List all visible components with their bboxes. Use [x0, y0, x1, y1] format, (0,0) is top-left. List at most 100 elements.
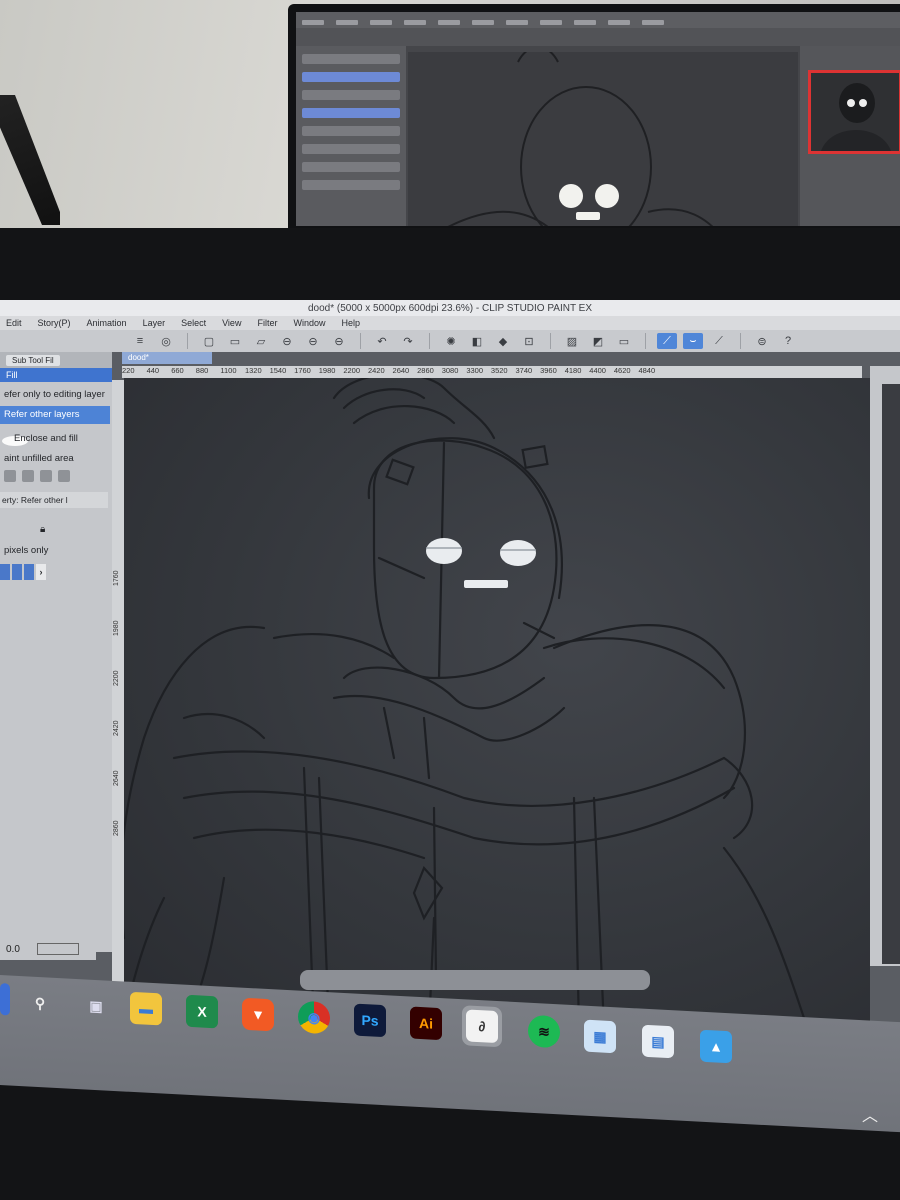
chevron-up-icon[interactable]: ︿ — [862, 1102, 878, 1126]
ruler-tick: 4840 — [638, 366, 656, 375]
panel-tab-bar: Sub Tool Fil — [0, 352, 112, 368]
window-titlebar: dood* (5000 x 5000px 600dpi 23.6%) - CLI… — [0, 300, 900, 316]
photoshop-icon[interactable]: Ps — [354, 1003, 386, 1038]
panel-icon-row — [4, 470, 76, 482]
pixels-only-option[interactable]: pixels only — [0, 542, 110, 560]
ruler-tick: 1540 — [269, 366, 287, 375]
task-view-icon[interactable]: ▣ — [80, 989, 112, 1023]
menu-layer[interactable]: Layer — [143, 318, 166, 328]
illustrator-icon[interactable]: Ai — [410, 1006, 442, 1041]
ruler-tick: 220 — [122, 366, 135, 375]
layer-panel-edge — [882, 384, 900, 964]
ruler-tick: 1100 — [220, 366, 237, 375]
swatch-2[interactable] — [12, 564, 22, 580]
bg-menubar — [296, 12, 900, 28]
ruler-tick: 1760 — [113, 570, 120, 586]
ruler-tick: 1320 — [244, 366, 262, 375]
chrome-icon[interactable]: ◉ — [298, 1000, 330, 1035]
photos-icon[interactable]: ▲ — [700, 1029, 732, 1064]
zoom-slider[interactable] — [36, 943, 79, 956]
loading-icon[interactable]: ✺ — [441, 333, 461, 349]
horizontal-scrollbar[interactable] — [300, 970, 650, 990]
ruler-tick: 2420 — [113, 720, 120, 736]
file-explorer-icon[interactable]: ▬ — [130, 991, 162, 1026]
selection-icon[interactable]: ▭ — [614, 333, 634, 349]
menu-help[interactable]: Help — [341, 318, 360, 328]
new-file-icon[interactable]: ▢ — [199, 333, 219, 349]
swatch-1[interactable] — [0, 564, 10, 580]
ruler-tick: 4180 — [564, 366, 582, 375]
window-title: dood* (5000 x 5000px 600dpi 23.6%) - CLI… — [307, 302, 593, 314]
lock-icon[interactable]: 🔒︎ — [40, 524, 45, 535]
pen-curve-icon[interactable]: ⌣ — [683, 333, 703, 349]
ruler-tick: 3300 — [466, 366, 483, 375]
refer-editing-layer-option[interactable]: efer only to editing layer — [0, 386, 110, 404]
background-monitor — [288, 4, 900, 230]
menu-story[interactable]: Story(P) — [38, 318, 71, 328]
paint-unfilled-area-option[interactable]: aint unfilled area — [0, 450, 110, 468]
right-panel-strip — [870, 366, 900, 966]
ruler-tick: 4400 — [589, 366, 606, 375]
chevron-right-icon[interactable]: › — [36, 564, 46, 580]
open-folder-icon[interactable]: ▭ — [225, 333, 245, 349]
layer-ref-icon-1[interactable] — [4, 470, 16, 482]
menubar: Edit Story(P) Animation Layer Select Vie… — [0, 316, 900, 330]
refer-other-layers-option[interactable]: Refer other layers — [0, 406, 110, 424]
ruler-tick: 2200 — [343, 366, 361, 375]
menu-animation[interactable]: Animation — [87, 318, 127, 328]
clip-studio-taskbar-item[interactable]: ∂ — [462, 1005, 502, 1048]
clip-studio-icon[interactable]: ◎ — [156, 333, 176, 349]
redo-icon[interactable]: ↷ — [398, 333, 418, 349]
excel-icon[interactable]: X — [186, 994, 218, 1029]
fill-selection-icon[interactable]: ◩ — [588, 333, 608, 349]
ruler-tick: 3960 — [540, 366, 557, 375]
brave-icon[interactable]: ▼ — [242, 997, 274, 1032]
ruler-tick: 4620 — [613, 366, 631, 375]
ruler-tick: 440 — [146, 366, 160, 375]
clear-icon[interactable]: ▨ — [562, 333, 582, 349]
help-icon[interactable]: ? — [778, 333, 798, 349]
notepad-icon[interactable]: ▤ — [642, 1024, 674, 1059]
pen-line-icon[interactable]: ⟋ — [709, 333, 729, 349]
ruler-tick: 2640 — [113, 770, 120, 786]
undo-icon[interactable]: ↶ — [372, 333, 392, 349]
stabilizer-icon[interactable]: ⟋ — [657, 333, 677, 349]
export-2-icon[interactable]: ⊖ — [303, 333, 323, 349]
layer-icon[interactable]: ◧ — [467, 333, 487, 349]
export-3-icon[interactable]: ⊖ — [329, 333, 349, 349]
property-line: erty: Refer other l — [0, 492, 108, 508]
menu-edit[interactable]: Edit — [6, 318, 22, 328]
layer-ref-icon-4[interactable] — [58, 470, 70, 482]
fill-section-header: Fill — [0, 368, 112, 382]
ruler-tick: 2420 — [367, 366, 385, 375]
tool-property-panel: Sub Tool Fil Fill efer only to editing l… — [0, 352, 112, 952]
ruler-tick: 660 — [171, 366, 184, 375]
spotify-icon[interactable]: ≋ — [528, 1014, 560, 1049]
layer-ref-icon-3[interactable] — [40, 470, 52, 482]
menu-view[interactable]: View — [222, 318, 241, 328]
zoom-value[interactable]: 0.0 — [6, 944, 20, 955]
fill-icon[interactable]: ◆ — [493, 333, 513, 349]
layer-toggle-icon[interactable]: ⊜ — [752, 333, 772, 349]
save-icon[interactable]: ▱ — [251, 333, 271, 349]
ruler-tick: 1980 — [318, 366, 336, 375]
bg-navigator — [808, 70, 900, 154]
crop-icon[interactable]: ⊡ — [519, 333, 539, 349]
drawing-canvas[interactable] — [124, 378, 870, 1028]
start-icon[interactable] — [0, 983, 10, 1016]
export-icon[interactable]: ⊖ — [277, 333, 297, 349]
horizontal-ruler: 220 440 660 880 1100 1320 1540 1760 1980 2200 2420… — [122, 366, 862, 378]
menu-select[interactable]: Select — [181, 318, 206, 328]
tablet-screen: dood* (5000 x 5000px 600dpi 23.6%) - CLI… — [0, 300, 900, 1050]
subtool-tab[interactable]: Sub Tool Fil — [6, 354, 60, 366]
swatch-3[interactable] — [24, 564, 34, 580]
layer-ref-icon-2[interactable] — [22, 470, 34, 482]
calculator-icon[interactable]: ▦ — [584, 1019, 616, 1054]
ruler-tick: 3740 — [515, 366, 533, 375]
document-tab[interactable]: dood* — [122, 352, 212, 364]
menu-filter[interactable]: Filter — [257, 318, 277, 328]
search-icon[interactable]: ⚲ — [24, 986, 56, 1020]
enclose-and-fill-option[interactable]: Enclose and fill — [0, 430, 120, 448]
menu-icon[interactable]: ≡ — [130, 333, 150, 349]
menu-window[interactable]: Window — [293, 318, 325, 328]
